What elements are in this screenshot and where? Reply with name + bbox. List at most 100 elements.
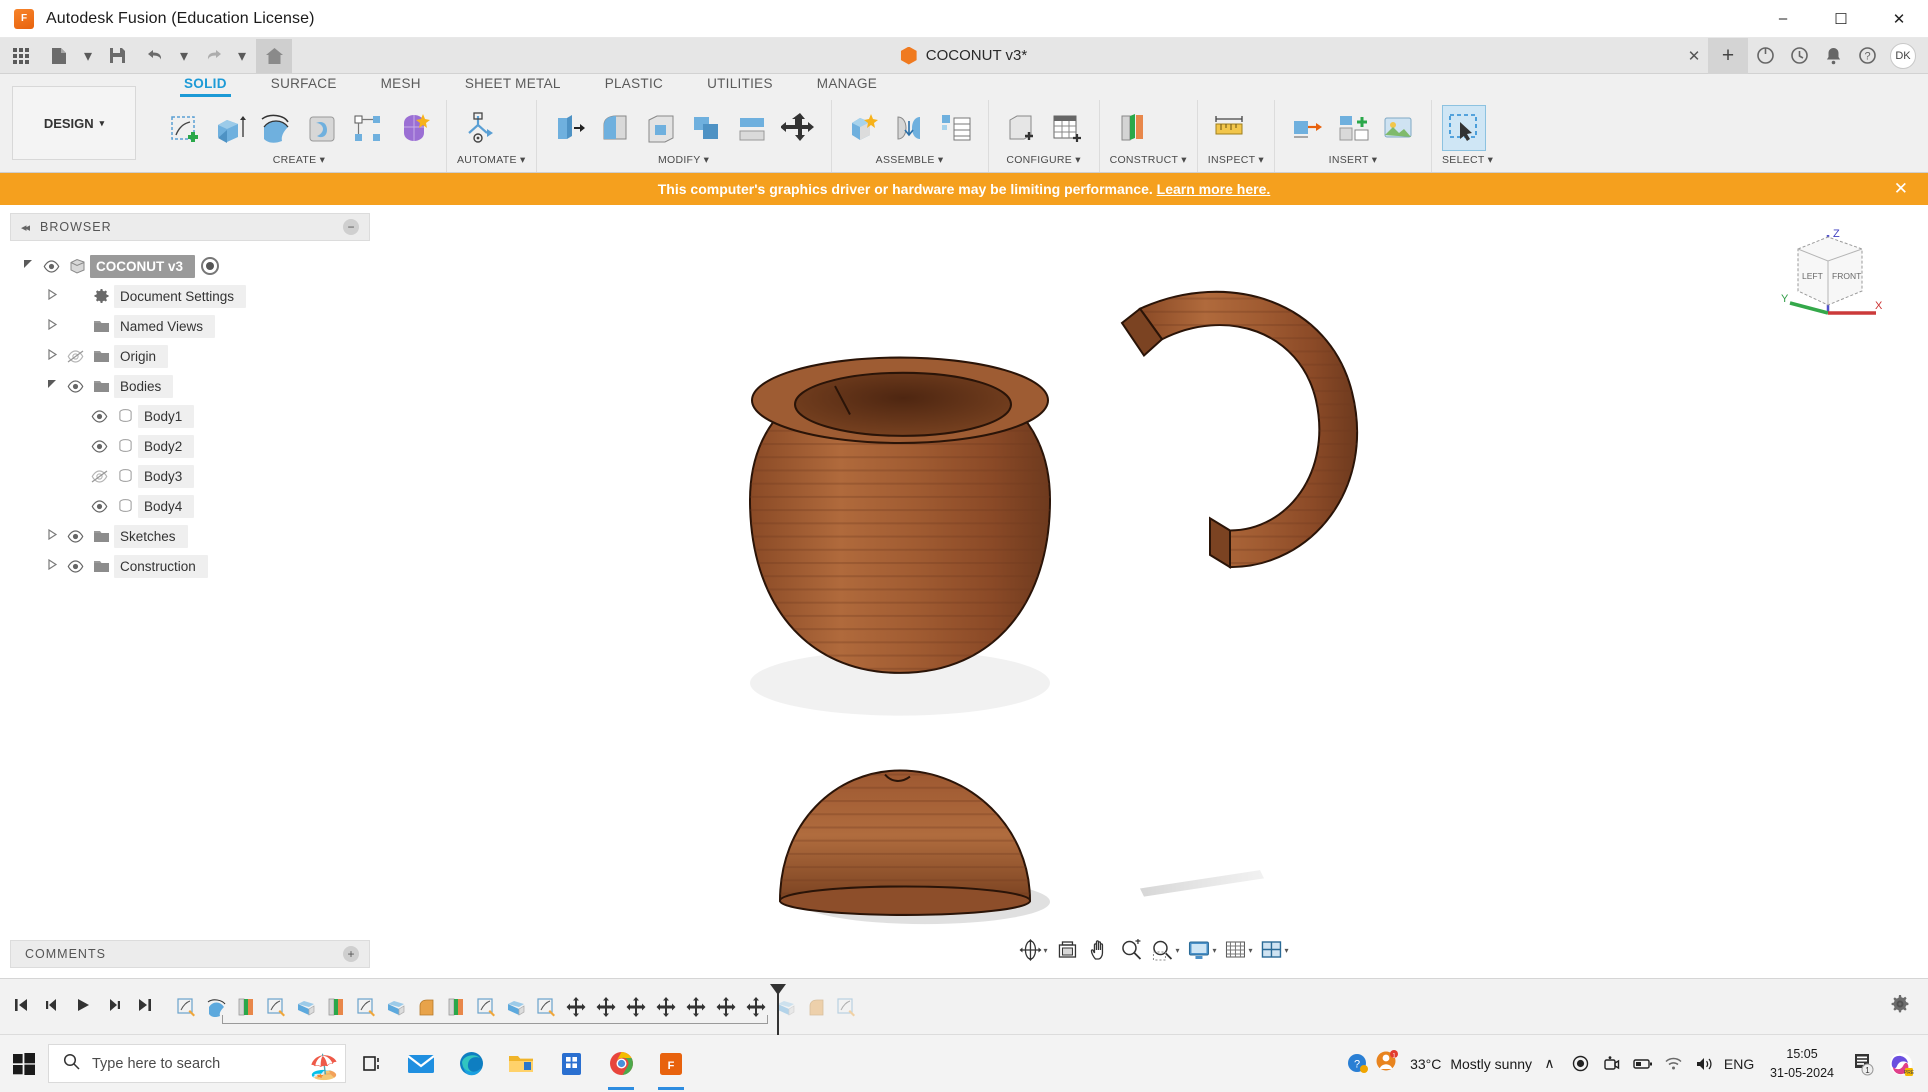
tree-item-document-settings[interactable]: Document Settings	[0, 281, 380, 311]
view-cube[interactable]: Z Y X LEFT FRONT	[1776, 217, 1886, 327]
windows-start-icon[interactable]	[0, 1052, 48, 1075]
tree-item-sketches[interactable]: Sketches	[0, 521, 380, 551]
tree-item-body2[interactable]: Body2	[0, 431, 380, 461]
ribbon-tab-surface[interactable]: SURFACE	[249, 74, 359, 91]
twisty-closed-icon[interactable]	[42, 558, 62, 573]
task-view-icon[interactable]	[346, 1035, 396, 1092]
select-window-icon[interactable]	[1442, 105, 1486, 151]
close-window-button[interactable]: ✕	[1870, 0, 1928, 38]
copilot-icon[interactable]: PRE	[1884, 1051, 1918, 1077]
active-document-tab[interactable]: COCONUT v3*	[900, 46, 1027, 65]
new-component-icon[interactable]	[842, 105, 886, 151]
close-document-button[interactable]: ✕	[1680, 47, 1708, 65]
new-document-caret-icon[interactable]: ▾	[80, 41, 96, 71]
save-icon[interactable]	[100, 41, 134, 71]
panel-label-inspect[interactable]: INSPECT ▾	[1204, 154, 1268, 172]
look-at-icon[interactable]	[1052, 934, 1082, 966]
zoom-window-icon[interactable]: ▾	[1148, 934, 1182, 966]
viewports-icon[interactable]: ▾	[1258, 934, 1292, 966]
measure-icon[interactable]	[1208, 105, 1252, 151]
offset-plane-icon[interactable]	[1110, 105, 1154, 151]
sweep-icon[interactable]	[300, 105, 344, 151]
banner-learn-more-link[interactable]: Learn more here.	[1157, 181, 1271, 197]
play-icon[interactable]	[72, 997, 94, 1017]
eye-hidden-icon[interactable]	[86, 469, 112, 483]
shell-icon[interactable]	[639, 105, 683, 151]
eye-hidden-icon[interactable]	[62, 349, 88, 363]
panel-label-construct[interactable]: CONSTRUCT ▾	[1106, 154, 1191, 172]
eye-visible-icon[interactable]	[86, 439, 112, 453]
combine-icon[interactable]	[685, 105, 729, 151]
minus-circle-icon[interactable]: −	[343, 219, 359, 235]
as-built-joint-icon[interactable]	[934, 105, 978, 151]
timeline-feature-22[interactable]	[832, 993, 859, 1021]
tree-item-origin[interactable]: Origin	[0, 341, 380, 371]
automate-generative-icon[interactable]	[457, 105, 501, 151]
insert-derive-icon[interactable]	[1285, 105, 1329, 151]
eye-visible-icon[interactable]	[86, 499, 112, 513]
plus-circle-icon[interactable]: +	[343, 946, 359, 962]
extrude-icon[interactable]	[208, 105, 252, 151]
twisty-closed-icon[interactable]	[42, 318, 62, 333]
camera-icon[interactable]	[1598, 1055, 1625, 1072]
maximize-button[interactable]: ☐	[1812, 0, 1870, 38]
tray-chevron-icon[interactable]: ∧	[1536, 1055, 1563, 1072]
eye-visible-icon[interactable]	[62, 559, 88, 573]
panel-label-insert[interactable]: INSERT ▾	[1281, 154, 1425, 172]
weather-widget[interactable]: 1 33°C Mostly sunny	[1375, 1050, 1532, 1077]
new-document-icon[interactable]	[42, 41, 76, 71]
orbit-icon[interactable]: ▾	[1016, 934, 1050, 966]
new-tab-button[interactable]: +	[1708, 37, 1748, 74]
workspace-selector[interactable]: DESIGN ▾	[12, 86, 136, 160]
panel-label-modify[interactable]: MODIFY ▾	[543, 154, 825, 172]
eye-visible-icon[interactable]	[38, 259, 64, 273]
taskbar-search-box[interactable]: Type here to search 🏖️	[48, 1044, 346, 1083]
timeline-settings-gear-icon[interactable]	[1890, 994, 1910, 1019]
eye-visible-icon[interactable]	[62, 529, 88, 543]
move-copy-icon[interactable]	[777, 105, 821, 151]
fusion-icon[interactable]: F	[646, 1035, 696, 1092]
eye-visible-icon[interactable]	[62, 379, 88, 393]
undo-icon[interactable]	[138, 41, 172, 71]
tree-item-bodies[interactable]: Bodies	[0, 371, 380, 401]
timeline-feature-0[interactable]	[172, 993, 199, 1021]
skip-end-icon[interactable]	[134, 997, 156, 1017]
twisty-open-icon[interactable]	[42, 379, 62, 393]
joint-icon[interactable]	[888, 105, 932, 151]
activate-component-radio[interactable]	[201, 257, 220, 275]
3d-canvas[interactable]: Z Y X LEFT FRONT ▾ ▾ ▾ ▾ ▾	[380, 205, 1928, 978]
job-status-icon[interactable]	[1782, 38, 1816, 74]
home-icon[interactable]	[256, 38, 292, 73]
user-avatar[interactable]: DK	[1890, 42, 1916, 69]
banner-close-button[interactable]: ✕	[1894, 179, 1908, 199]
volume-icon[interactable]	[1691, 1056, 1718, 1072]
app-grid-icon[interactable]	[4, 41, 38, 71]
insert-canvas-icon[interactable]	[1377, 105, 1421, 151]
grid-snaps-icon[interactable]: ▾	[1222, 934, 1256, 966]
twisty-open-icon[interactable]	[18, 259, 38, 273]
help-icon[interactable]: ?	[1850, 38, 1884, 74]
tree-item-body3[interactable]: Body3	[0, 461, 380, 491]
edge-icon[interactable]	[446, 1035, 496, 1092]
revolve-icon[interactable]	[254, 105, 298, 151]
tree-item-named-views[interactable]: Named Views	[0, 311, 380, 341]
collapse-left-icon[interactable]: ◂◂	[21, 221, 30, 234]
tree-item-body4[interactable]: Body4	[0, 491, 380, 521]
language-indicator[interactable]: ENG	[1722, 1056, 1756, 1072]
tree-item-construction[interactable]: Construction	[0, 551, 380, 581]
timeline-feature-21[interactable]	[802, 993, 829, 1021]
battery-icon[interactable]	[1629, 1057, 1656, 1071]
pan-icon[interactable]	[1084, 934, 1114, 966]
panel-label-select[interactable]: SELECT ▾	[1438, 154, 1497, 172]
twisty-closed-icon[interactable]	[42, 348, 62, 363]
pattern-icon[interactable]	[346, 105, 390, 151]
step-back-icon[interactable]	[41, 997, 63, 1017]
configuration-table-icon[interactable]	[1045, 105, 1089, 151]
comments-panel[interactable]: COMMENTS +	[10, 940, 370, 968]
twisty-closed-icon[interactable]	[42, 528, 62, 543]
eye-visible-icon[interactable]	[86, 409, 112, 423]
configure-component-icon[interactable]	[999, 105, 1043, 151]
zoom-icon[interactable]	[1116, 934, 1146, 966]
panel-label-configure[interactable]: CONFIGURE ▾	[995, 154, 1093, 172]
ribbon-tab-utilities[interactable]: UTILITIES	[685, 74, 795, 91]
